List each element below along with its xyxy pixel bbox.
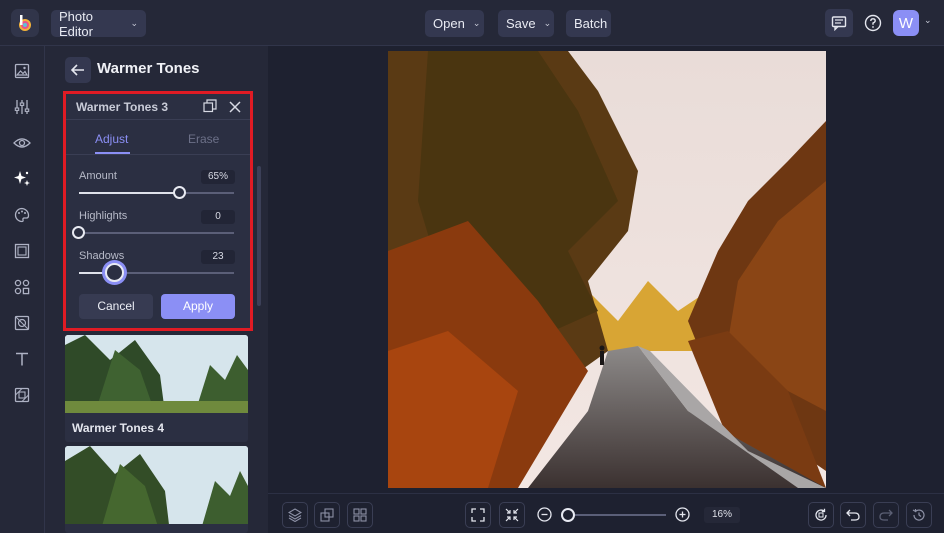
highlights-value[interactable]: 0	[201, 210, 235, 224]
redo-button[interactable]	[873, 502, 899, 528]
amount-label: Amount	[79, 170, 117, 182]
compare-icon	[320, 508, 334, 522]
save-menu[interactable]: Save ⌄	[498, 10, 554, 37]
chevron-down-icon: ⌄	[472, 18, 481, 28]
tab-erase[interactable]: Erase	[188, 132, 219, 146]
preset-label: Warmer Tones 4	[72, 421, 165, 435]
grid-icon	[353, 508, 367, 522]
panel-scrollbar[interactable]	[257, 166, 261, 306]
batch-button[interactable]: Batch	[566, 10, 611, 37]
highlights-slider-handle[interactable]	[72, 226, 85, 239]
avatar[interactable]: W	[893, 10, 919, 36]
help-button[interactable]	[859, 9, 887, 37]
tab-divider	[66, 154, 250, 155]
app-logo[interactable]	[11, 9, 39, 37]
zoom-slider-handle[interactable]	[561, 508, 575, 522]
rotate-button[interactable]	[808, 502, 834, 528]
panel-title: Warmer Tones	[97, 60, 200, 77]
amount-slider-track[interactable]	[79, 186, 234, 199]
apply-button[interactable]: Apply	[161, 294, 235, 319]
bottom-toolbar: 16%	[268, 493, 944, 533]
shadows-value[interactable]: 23	[201, 250, 235, 264]
app-title: Photo Editor	[59, 8, 93, 39]
preset-thumbnail-next[interactable]	[65, 446, 248, 533]
zoom-in-icon[interactable]	[675, 507, 690, 527]
collapse-icon	[505, 508, 519, 522]
shadows-label: Shadows	[79, 250, 125, 262]
shadows-slider-track[interactable]	[79, 263, 234, 282]
preset-thumbnail	[65, 335, 248, 413]
photo-canvas[interactable]	[388, 51, 826, 488]
amount-slider-fill	[79, 192, 180, 194]
history-icon	[912, 509, 925, 521]
batch-button-label: Batch	[574, 16, 608, 31]
undo-button[interactable]	[840, 502, 866, 528]
shapes-icon[interactable]	[12, 277, 32, 297]
account-chevron-icon[interactable]: ⌄	[924, 15, 932, 26]
zoom-value[interactable]: 16%	[704, 507, 740, 523]
open-menu-label: Open	[433, 16, 465, 31]
left-tool-rail	[0, 46, 45, 533]
history-button[interactable]	[906, 502, 932, 528]
open-menu[interactable]: Open ⌄	[425, 10, 484, 37]
texture-icon[interactable]	[12, 313, 32, 333]
help-icon	[864, 14, 882, 32]
eye-icon[interactable]	[12, 133, 32, 153]
duplicate-icon[interactable]	[203, 99, 217, 118]
save-menu-label: Save	[506, 16, 536, 31]
effect-settings-card: Warmer Tones 3 Adjust Erase Amount 65% H…	[63, 91, 253, 331]
effects-panel: Warmer Tones Warmer Tones 3 Adjust Erase…	[45, 46, 268, 533]
chat-icon	[831, 16, 847, 31]
frame-icon[interactable]	[12, 241, 32, 261]
feedback-button[interactable]	[825, 9, 853, 37]
shadows-slider-handle[interactable]	[105, 263, 124, 282]
expand-icon	[471, 508, 485, 522]
sliders-icon[interactable]	[12, 97, 32, 117]
top-bar: Photo Editor ⌄ Open ⌄ Save ⌄ Batch W ⌄	[0, 0, 944, 46]
layers-button[interactable]	[282, 502, 308, 528]
overlay-icon[interactable]	[12, 385, 32, 405]
chevron-down-icon: ⌄	[130, 18, 138, 28]
zoom-slider-track[interactable]	[569, 514, 666, 516]
highlights-label: Highlights	[79, 210, 128, 222]
grid-button[interactable]	[347, 502, 373, 528]
preset-thumbnail	[65, 446, 248, 524]
amount-value[interactable]: 65%	[201, 170, 235, 184]
logo-icon	[19, 15, 31, 31]
text-icon[interactable]	[12, 349, 32, 369]
refresh-icon	[815, 508, 827, 521]
redo-icon	[879, 509, 893, 521]
card-header: Warmer Tones 3	[66, 94, 250, 120]
chevron-down-icon: ⌄	[543, 18, 552, 28]
highlights-slider-track[interactable]	[72, 226, 234, 239]
undo-icon	[846, 509, 860, 521]
tab-adjust[interactable]: Adjust	[95, 132, 128, 146]
actual-size-button[interactable]	[499, 502, 525, 528]
app-title-dropdown[interactable]: Photo Editor ⌄	[51, 8, 146, 39]
layers-icon	[288, 508, 302, 522]
palette-icon[interactable]	[12, 205, 32, 225]
preset-warmer-tones-4[interactable]: Warmer Tones 4	[65, 335, 248, 442]
close-icon[interactable]	[229, 100, 241, 118]
avatar-initial: W	[898, 14, 914, 32]
image-icon[interactable]	[12, 61, 32, 81]
card-title: Warmer Tones 3	[76, 100, 169, 114]
cancel-button[interactable]: Cancel	[79, 294, 153, 319]
compare-button[interactable]	[314, 502, 340, 528]
zoom-out-icon[interactable]	[537, 507, 552, 527]
arrow-left-icon	[71, 64, 84, 76]
fit-screen-button[interactable]	[465, 502, 491, 528]
magic-sparkle-icon[interactable]	[12, 169, 32, 189]
active-tab-indicator	[95, 152, 130, 154]
amount-slider-handle[interactable]	[173, 186, 186, 199]
back-button[interactable]	[65, 57, 91, 83]
